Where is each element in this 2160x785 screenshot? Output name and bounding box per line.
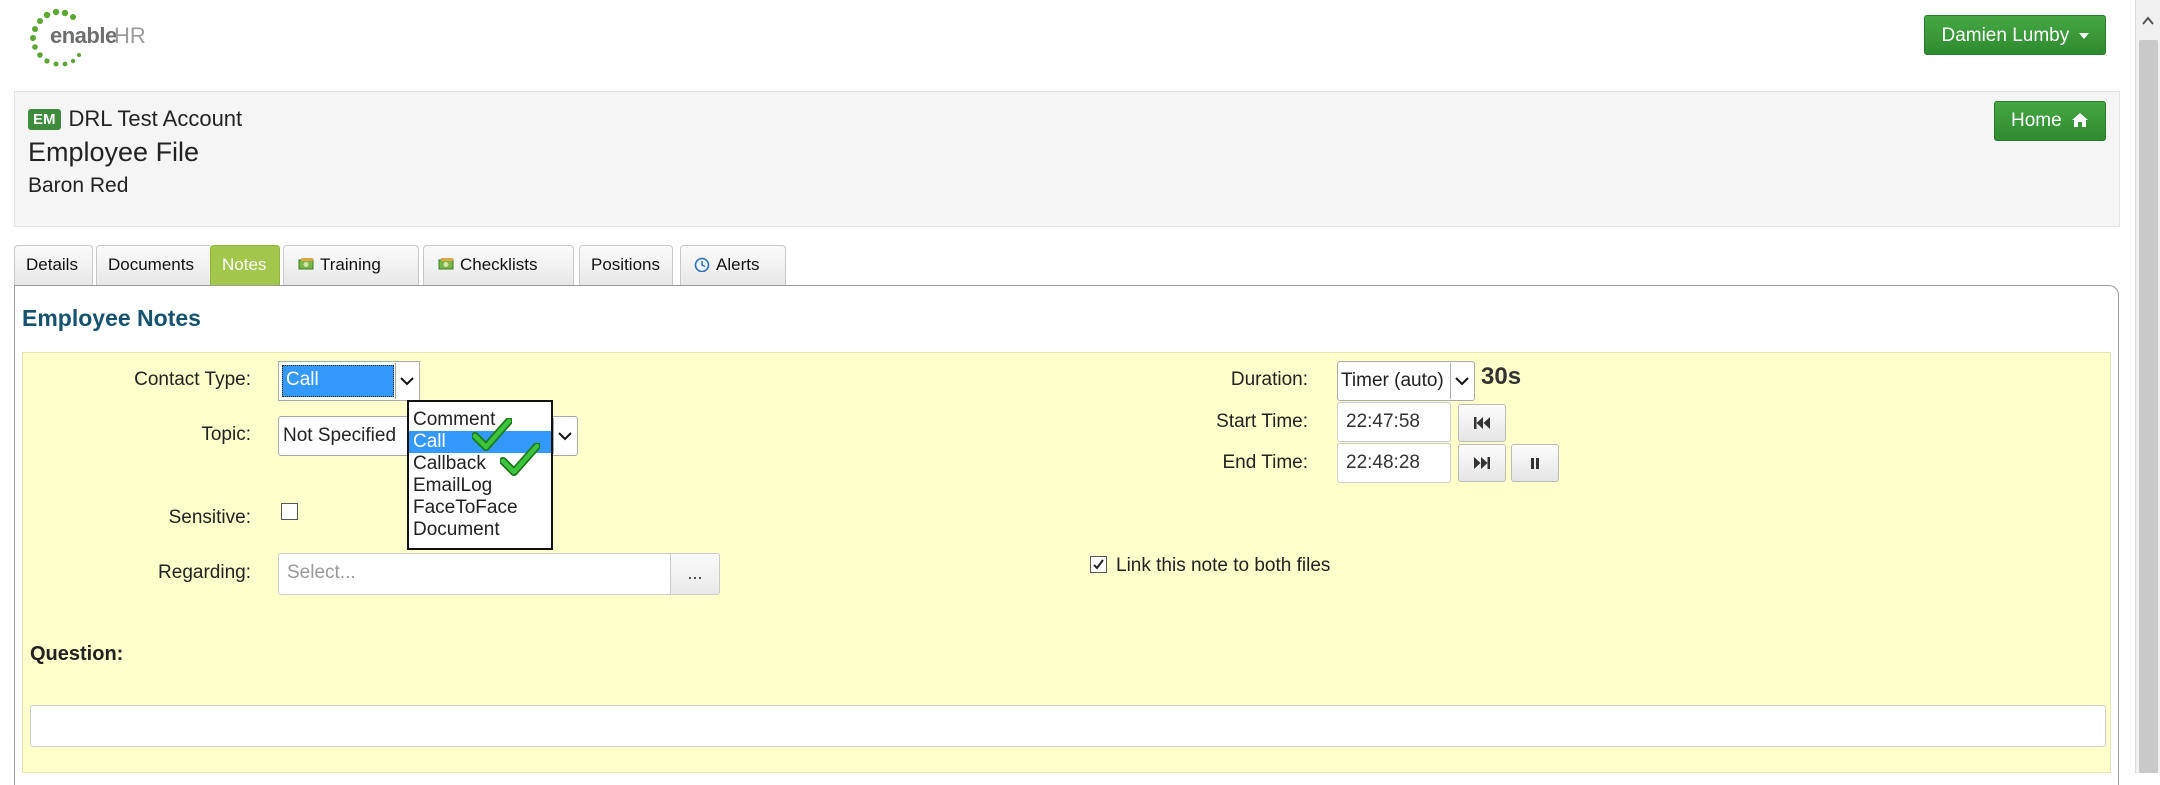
employee-name: Baron Red — [28, 174, 129, 197]
account-line: EM DRL Test Account — [28, 106, 242, 132]
sensitive-checkbox[interactable] — [281, 503, 298, 520]
tab-label: Training — [320, 255, 381, 274]
tab-checklists[interactable]: Checklists — [423, 245, 574, 285]
end-time-input[interactable]: 22:48:28 — [1337, 443, 1451, 483]
vertical-scrollbar[interactable] — [2135, 0, 2160, 773]
tab-positions[interactable]: Positions — [579, 245, 673, 285]
chevron-down-icon[interactable] — [1450, 363, 1473, 399]
question-input[interactable] — [30, 705, 2106, 747]
skip-forward-icon — [1474, 457, 1490, 469]
chevron-down-icon[interactable] — [395, 363, 418, 399]
duration-label: Duration: — [1230, 369, 1308, 390]
tab-label: Alerts — [716, 255, 760, 274]
link-both-files-label: Link this note to both files — [1116, 555, 1331, 576]
dropdown-option[interactable]: Document — [409, 519, 551, 541]
dropdown-option[interactable]: FaceToFace — [409, 497, 551, 519]
logo-text-hr: HR — [114, 23, 146, 48]
tab-alerts[interactable]: Alerts — [680, 245, 786, 285]
section-heading: Employee Notes — [22, 305, 201, 331]
tab-documents[interactable]: Documents — [96, 245, 213, 285]
page-title: Employee File — [28, 137, 200, 167]
start-time-input[interactable]: 22:47:58 — [1337, 402, 1451, 442]
tab-label: Checklists — [460, 255, 538, 274]
duration-value: 30s — [1481, 363, 1522, 390]
user-menu-label: Damien Lumby — [1941, 25, 2070, 46]
pause-timer-button[interactable] — [1511, 444, 1559, 482]
start-time-label: Start Time: — [1216, 411, 1308, 432]
account-panel: EM DRL Test Account Employee File Baron … — [14, 91, 2120, 227]
pause-icon — [1531, 457, 1539, 469]
tab-label: Details — [26, 255, 78, 274]
tab-label: Documents — [108, 255, 194, 274]
home-button[interactable]: Home — [1994, 101, 2106, 141]
regarding-label: Regarding: — [158, 562, 251, 583]
enablehr-logo[interactable]: enable HR — [26, 6, 156, 70]
skip-back-icon — [1474, 417, 1490, 429]
tab-training[interactable]: Training — [283, 245, 419, 285]
employee-badge: EM — [28, 108, 61, 130]
contact-type-value: Call — [282, 365, 394, 397]
duration-mode-select[interactable]: Timer (auto) — [1337, 361, 1475, 401]
sensitive-label: Sensitive: — [168, 507, 251, 528]
tab-notes[interactable]: Notes — [210, 245, 280, 285]
chevron-down-icon[interactable] — [553, 418, 576, 454]
logo-text-enable: enable — [50, 23, 117, 48]
scroll-up-arrow-icon[interactable] — [2141, 14, 2155, 28]
checkmark-icon — [1093, 559, 1104, 570]
end-time-label: End Time: — [1222, 452, 1308, 473]
account-name: DRL Test Account — [68, 106, 243, 131]
tab-details[interactable]: Details — [14, 245, 93, 285]
check-mark-icon — [500, 443, 540, 476]
money-icon — [298, 258, 314, 270]
topic-value: Not Specified — [283, 425, 397, 446]
caret-down-icon — [2078, 32, 2089, 39]
question-label: Question: — [30, 643, 124, 665]
tab-label: Positions — [591, 255, 660, 274]
clock-icon — [694, 257, 710, 272]
home-icon — [2071, 113, 2088, 127]
money-icon — [438, 258, 454, 270]
dropdown-option[interactable]: EmailLog — [409, 475, 551, 497]
contact-type-select[interactable]: Call — [278, 361, 420, 401]
contact-type-label: Contact Type: — [134, 369, 251, 390]
regarding-input[interactable]: Select... — [278, 553, 672, 595]
scrollbar-thumb[interactable] — [2139, 40, 2158, 773]
topic-label: Topic: — [201, 424, 251, 445]
link-both-files-checkbox[interactable] — [1090, 556, 1107, 573]
user-menu-button[interactable]: Damien Lumby — [1924, 15, 2106, 55]
home-button-label: Home — [2011, 110, 2062, 131]
regarding-browse-button[interactable]: ... — [670, 553, 720, 595]
reset-start-button[interactable] — [1458, 404, 1506, 442]
tab-label: Notes — [222, 255, 267, 274]
duration-mode-value: Timer (auto) — [1341, 370, 1444, 391]
set-end-button[interactable] — [1458, 444, 1506, 482]
